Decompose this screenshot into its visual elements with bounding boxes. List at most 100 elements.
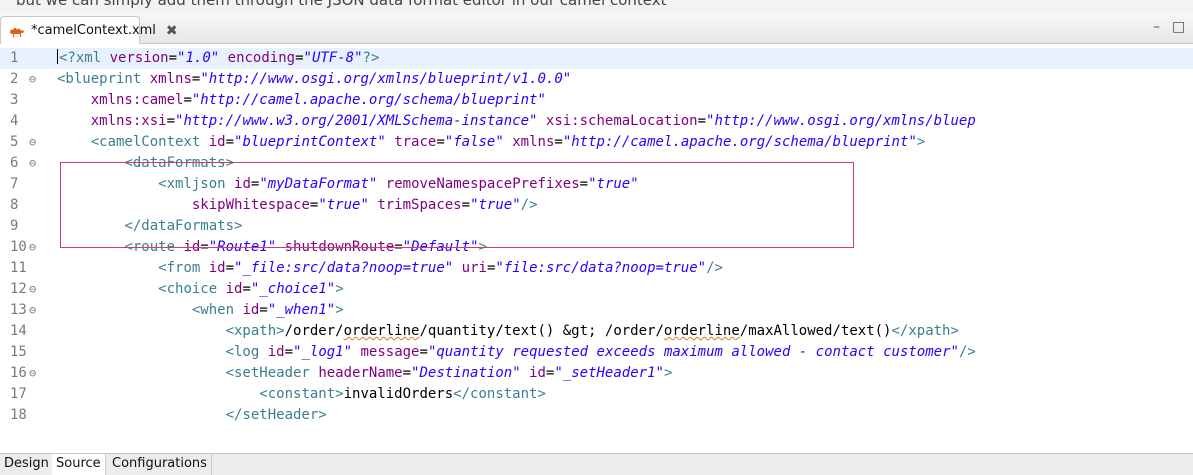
code-token: "blueprintContext" — [234, 134, 386, 150]
code-token: trace — [394, 134, 437, 150]
code-token: orderline — [663, 323, 740, 339]
code-token: id — [529, 365, 546, 381]
editor-tab-bar: *camelContext.xml ✖ – □ — [0, 14, 1193, 44]
code-token: = — [225, 134, 235, 150]
code-line[interactable]: 3 xmlns:camel="http://camel.apache.org/s… — [0, 90, 1193, 111]
code-token: uri — [461, 260, 487, 276]
code-token: headerName — [318, 365, 403, 381]
code-line[interactable]: 13 ⊖ <when id="_when1"> — [0, 300, 1193, 321]
code-token: "http://www.w3.org/2001/XMLSchema-instan… — [175, 113, 538, 129]
code-line[interactable]: 16 ⊖ <setHeader headerName="Destination" … — [0, 363, 1193, 384]
code-line[interactable]: 1 <?xml version="1.0" encoding="UTF-8"?> — [0, 48, 1193, 69]
line-number: 18 — [10, 407, 27, 423]
code-token: "http://camel.apache.org/schema/blueprin… — [191, 92, 546, 108]
code-text: <xpath>/order/orderline/quantity/text() … — [57, 321, 959, 342]
code-token: id — [242, 302, 260, 318]
code-token: id — [267, 344, 285, 360]
code-text: <camelContext id="blueprintContext" trac… — [57, 132, 926, 153]
code-token: "http://www.osgi.org/xmlns/blueprint/v1.… — [200, 71, 572, 87]
code-token: = — [166, 113, 176, 129]
code-line[interactable]: 15 <log id="_log1" message="quantity req… — [0, 342, 1193, 363]
code-token: "file:src/data?noop=true" — [495, 260, 707, 276]
code-token: xmlns:camel — [90, 92, 184, 108]
code-token: <when — [191, 302, 235, 318]
fold-toggle-icon[interactable]: ⊖ — [29, 153, 41, 174]
code-text: <when id="_when1"> — [57, 300, 344, 321]
tab-title: *camelContext.xml — [31, 23, 156, 38]
code-token: xmlns:xsi — [90, 113, 167, 129]
code-token: <?xml — [59, 50, 102, 66]
code-line[interactable]: 17 <constant>invalidOrders</constant> — [0, 384, 1193, 405]
tab-configurations[interactable]: Configurations — [108, 454, 212, 475]
fold-toggle-icon[interactable]: ⊖ — [29, 279, 41, 300]
code-token: = — [295, 50, 304, 66]
code-line[interactable]: 12 ⊖ <choice id="_choice1"> — [0, 279, 1193, 300]
tab-source[interactable]: Source — [52, 454, 106, 475]
maximize-icon[interactable]: □ — [1172, 19, 1185, 35]
code-token: = — [697, 113, 707, 129]
code-line[interactable]: 18 </setHeader> — [0, 405, 1193, 426]
fold-toggle-icon[interactable]: ⊖ — [29, 363, 41, 384]
code-token: /> — [958, 344, 976, 360]
editor-tab-camelcontext[interactable]: *camelContext.xml ✖ — [0, 16, 178, 44]
code-token: /maxAllowed/text() — [739, 323, 892, 339]
code-token: = — [284, 344, 294, 360]
code-token: invalidOrders — [343, 386, 454, 402]
code-token: </constant> — [453, 386, 546, 402]
line-number: 11 — [10, 260, 27, 276]
code-line[interactable]: 4 xmlns:xsi="http://www.w3.org/2001/XMLS… — [0, 111, 1193, 132]
code-line[interactable]: 11 <from id="_file:src/data?noop=true" u… — [0, 258, 1193, 279]
xml-source-editor[interactable]: 1 <?xml version="1.0" encoding="UTF-8"?> 2… — [0, 45, 1193, 453]
code-token: = — [259, 302, 268, 318]
editor-mode-tabs: Design Source Configurations — [0, 453, 1193, 475]
code-token: id — [208, 134, 226, 150]
code-line[interactable]: 14 <xpath>/order/orderline/quantity/text… — [0, 321, 1193, 342]
code-text: <setHeader headerName="Destination" id="… — [57, 363, 673, 384]
camel-file-icon — [9, 23, 25, 39]
code-line[interactable]: 5 ⊖ <camelContext id="blueprintContext" t… — [0, 132, 1193, 153]
fold-toggle-icon[interactable]: ⊖ — [29, 132, 41, 153]
code-token: "Destination" — [411, 365, 521, 381]
tab-design[interactable]: Design — [0, 454, 54, 475]
code-token: xsi:schemaLocation — [545, 113, 698, 129]
line-number: 3 — [10, 92, 19, 108]
code-token: <from — [158, 260, 201, 276]
code-token: <constant> — [259, 386, 344, 402]
code-token: /order/ — [284, 323, 344, 339]
line-number: 1 — [10, 50, 19, 66]
code-token: > — [335, 281, 344, 297]
line-number: 17 — [10, 386, 27, 402]
code-line[interactable]: 2 ⊖ <blueprint xmlns="http://www.osgi.org/… — [0, 69, 1193, 90]
highlight-box — [60, 162, 854, 248]
fold-toggle-icon[interactable]: ⊖ — [29, 69, 41, 90]
code-text: <log id="_log1" message="quantity reques… — [57, 342, 976, 363]
code-text: </setHeader> — [57, 405, 327, 426]
code-token: <setHeader — [225, 365, 310, 381]
code-text: <from id="_file:src/data?noop=true" uri=… — [57, 258, 723, 279]
code-token: message — [360, 344, 420, 360]
code-token: = — [242, 281, 251, 297]
code-token: ?> — [362, 50, 380, 66]
close-tab-icon[interactable]: ✖ — [166, 24, 178, 38]
partial-caption-text: but we can simply add them through the J… — [16, 0, 667, 9]
line-number: 8 — [10, 197, 19, 213]
minimize-icon[interactable]: – — [1153, 19, 1160, 35]
fold-toggle-icon[interactable]: ⊖ — [29, 237, 41, 258]
fold-toggle-icon[interactable]: ⊖ — [29, 300, 41, 321]
code-text: xmlns:xsi="http://www.w3.org/2001/XMLSch… — [57, 111, 976, 132]
code-token: /quantity/text() &gt; /order/ — [419, 323, 664, 339]
code-token: = — [168, 50, 178, 66]
code-token: <choice — [158, 281, 218, 297]
